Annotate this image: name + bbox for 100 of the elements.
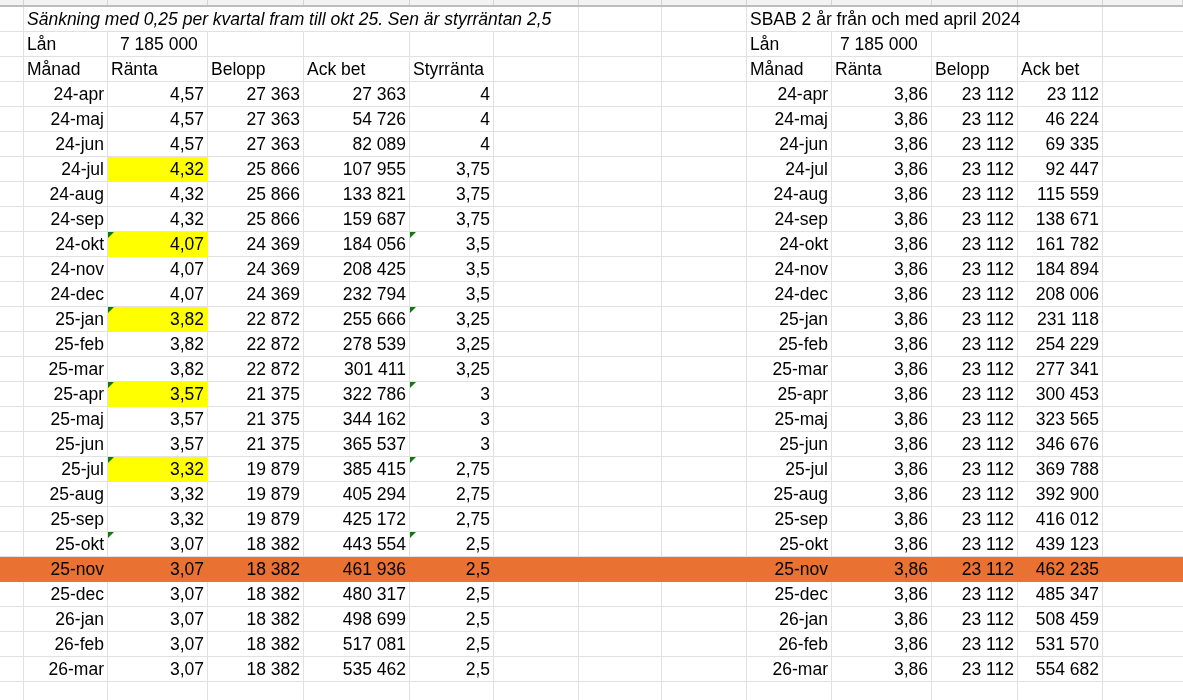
table-cell-text: 23 112 xyxy=(960,108,1015,131)
table-cell-text: 26-jan xyxy=(778,608,829,631)
table-cell-text: 3,75 xyxy=(454,183,491,206)
table-cell-text: 480 317 xyxy=(341,583,407,606)
table-cell-text: 25-jun xyxy=(54,433,105,456)
column-header: Styrränta xyxy=(412,58,485,81)
column-header: Ack bet xyxy=(306,58,367,81)
table-cell-text: 2,75 xyxy=(454,508,491,531)
table-cell-text: 277 341 xyxy=(1034,358,1100,381)
table-cell-text: 22 872 xyxy=(245,308,301,331)
table-cell-text: 3,82 xyxy=(168,358,205,381)
table-cell-text: 24-dec xyxy=(49,283,105,306)
table-cell-text: 133 821 xyxy=(341,183,407,206)
table-cell-text: 25-okt xyxy=(778,533,829,556)
table-cell: 4,32 xyxy=(108,157,208,182)
table-cell-text: 208 006 xyxy=(1034,283,1100,306)
table-cell-text: 19 879 xyxy=(245,458,301,481)
table-cell-text: 443 554 xyxy=(341,533,407,556)
table-cell-text: 255 666 xyxy=(341,308,407,331)
table-cell-text: 3,86 xyxy=(892,383,929,406)
table-cell-text: 25-nov xyxy=(773,558,829,581)
table-cell-text: 25-okt xyxy=(54,533,105,556)
table-cell-text: 23 112 xyxy=(960,283,1015,306)
table-cell-text: 25 866 xyxy=(245,158,301,181)
table-cell-text: 3,86 xyxy=(892,533,929,556)
table-cell-text: 3,86 xyxy=(892,183,929,206)
table-cell-text: 323 565 xyxy=(1034,408,1100,431)
table-cell-text: 3,75 xyxy=(454,158,491,181)
table-cell-text: 23 112 xyxy=(960,533,1015,556)
table-cell-text: 416 012 xyxy=(1034,508,1100,531)
table-cell-text: 23 112 xyxy=(960,433,1015,456)
table-cell-text: 25-maj xyxy=(49,408,105,431)
table-cell-text: 3,86 xyxy=(892,633,929,656)
table-cell-text: 3,86 xyxy=(892,458,929,481)
table-cell-text: 21 375 xyxy=(245,433,301,456)
table-cell-text: 24-jul xyxy=(784,158,829,181)
table-cell-text: 24-okt xyxy=(778,233,829,256)
table-cell-text: 27 363 xyxy=(245,133,301,156)
table-cell-text: 278 539 xyxy=(341,333,407,356)
table-cell-text: 184 056 xyxy=(341,233,407,256)
table-cell-text: 24-jul xyxy=(60,158,105,181)
table-cell-text: 3,86 xyxy=(892,283,929,306)
table-cell-text: 4 xyxy=(479,133,491,156)
table-cell: 2,5 xyxy=(410,532,494,557)
table-cell-text: 23 112 xyxy=(960,158,1015,181)
table-cell-text: 115 559 xyxy=(1036,183,1100,206)
table-cell-text: 24 369 xyxy=(245,233,301,256)
table-cell-text: 3,86 xyxy=(892,133,929,156)
table-cell-text: 25-feb xyxy=(53,333,105,356)
table-cell-text: 24-okt xyxy=(54,233,105,256)
table-cell-text: 23 112 xyxy=(960,408,1015,431)
table-cell-text: 3,25 xyxy=(454,333,491,356)
table-cell-text: 3,32 xyxy=(168,508,205,531)
table-cell-text: 25-sep xyxy=(49,508,105,531)
table-cell-text: 24-sep xyxy=(773,208,829,231)
loan-value: 7 185 000 xyxy=(839,33,919,56)
table-cell-text: 25-aug xyxy=(772,483,829,506)
table-cell-text: 19 879 xyxy=(245,508,301,531)
table-cell-text: 392 900 xyxy=(1034,483,1100,506)
table-cell-text: 3,5 xyxy=(464,258,491,281)
table-cell-text: 26-mar xyxy=(771,658,829,681)
table-cell-text: 498 699 xyxy=(341,608,407,631)
table-cell-text: 485 347 xyxy=(1034,583,1100,606)
column-header: Ränta xyxy=(110,58,159,81)
table-cell-text: 25-nov xyxy=(49,558,105,581)
table-cell-text: 3,86 xyxy=(892,233,929,256)
table-cell-text: 21 375 xyxy=(245,408,301,431)
table-cell-text: 3,86 xyxy=(892,108,929,131)
table-cell-text: 24 369 xyxy=(245,283,301,306)
table-cell-text: 25-apr xyxy=(52,383,105,406)
table-cell-text: 69 335 xyxy=(1044,133,1100,156)
table-cell-text: 23 112 xyxy=(1045,83,1100,106)
table-cell-text: 4,07 xyxy=(168,258,205,281)
table-cell-text: 385 415 xyxy=(341,458,407,481)
table-cell-text: 2,5 xyxy=(464,558,491,581)
table-cell-text: 3,86 xyxy=(892,408,929,431)
table-cell-text: 18 382 xyxy=(245,608,301,631)
table-cell-text: 25-jul xyxy=(784,458,829,481)
table-cell: 3,57 xyxy=(108,382,208,407)
table-cell-text: 46 224 xyxy=(1044,108,1100,131)
table-cell-text: 3,07 xyxy=(168,583,205,606)
column-header: Ränta xyxy=(834,58,883,81)
table-cell-text: 18 382 xyxy=(245,558,301,581)
table-cell-text: 24-sep xyxy=(49,208,105,231)
table-cell-text: 24-aug xyxy=(48,183,105,206)
table-cell-text: 2,75 xyxy=(454,483,491,506)
table-cell-text: 24-dec xyxy=(773,283,829,306)
table-cell-text: 27 363 xyxy=(245,83,301,106)
table-cell: 2,75 xyxy=(410,457,494,482)
table-cell-text: 322 786 xyxy=(341,383,407,406)
table-cell-text: 3,57 xyxy=(168,433,205,456)
table-cell-text: 4,57 xyxy=(168,108,205,131)
table-cell-text: 346 676 xyxy=(1034,433,1100,456)
table-cell-text: 23 112 xyxy=(960,308,1015,331)
table-cell-text: 26-jan xyxy=(54,608,105,631)
table-cell-text: 82 089 xyxy=(351,133,407,156)
table-cell-text: 3,86 xyxy=(892,158,929,181)
table-cell-text: 138 671 xyxy=(1034,208,1100,231)
table-cell-text: 3,5 xyxy=(464,283,491,306)
table-cell-text: 24 369 xyxy=(245,258,301,281)
